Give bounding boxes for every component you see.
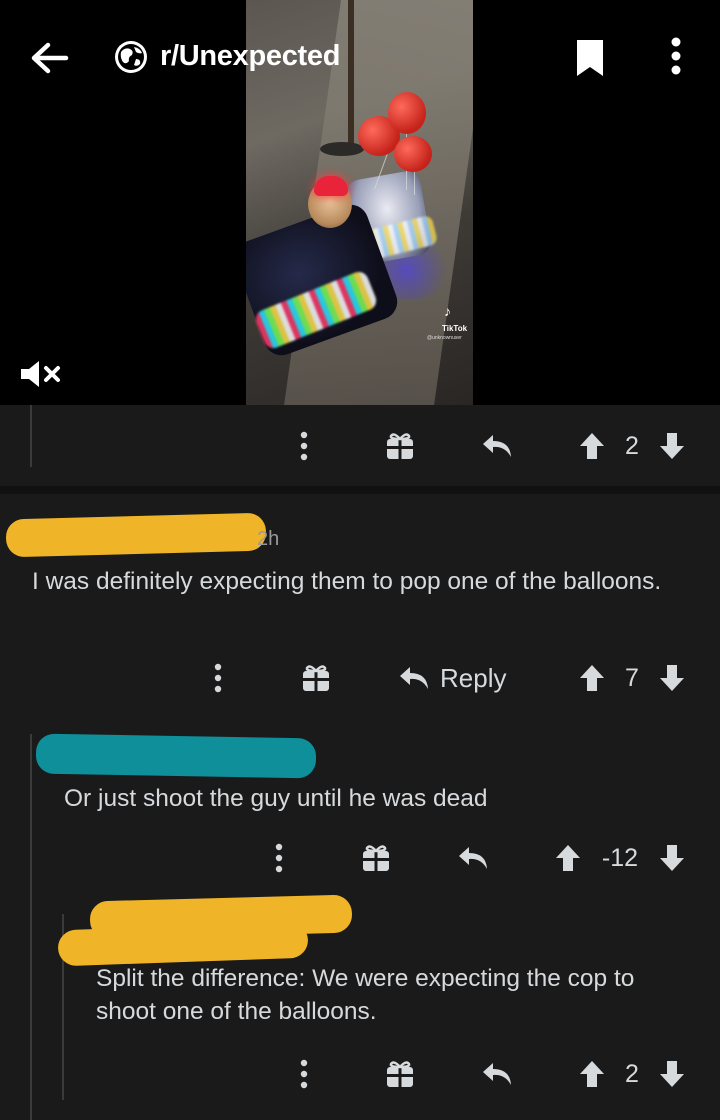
- balloon: [394, 136, 432, 172]
- reply-arrow-icon[interactable]: [478, 1058, 516, 1090]
- downvote-arrow-icon[interactable]: [656, 662, 688, 694]
- comment-age: 2h: [257, 528, 280, 550]
- more-options-icon[interactable]: [204, 656, 232, 700]
- award-gift-icon[interactable]: [359, 840, 393, 876]
- comment-body: Split the difference: We were expecting …: [96, 965, 635, 1025]
- more-options-icon[interactable]: [290, 1052, 318, 1096]
- upvote-arrow-icon[interactable]: [576, 1058, 608, 1090]
- reply-button[interactable]: Reply: [440, 660, 516, 696]
- more-vertical-icon[interactable]: [654, 34, 698, 78]
- more-options-icon[interactable]: [265, 836, 293, 880]
- reply-arrow-icon[interactable]: [478, 430, 516, 462]
- upvote-arrow-icon[interactable]: [576, 430, 608, 462]
- downvote-arrow-icon[interactable]: [656, 430, 688, 462]
- comment-action-row: -12: [0, 836, 720, 880]
- comment-score: 2: [625, 1059, 639, 1088]
- subreddit-name[interactable]: r/Unexpected: [160, 40, 340, 73]
- tiktok-logo-icon: ♪: [444, 303, 451, 319]
- post-action-row: 2: [0, 424, 720, 468]
- comment-action-row: 2: [0, 1052, 720, 1096]
- downvote-arrow-icon[interactable]: [656, 1058, 688, 1090]
- upvote-arrow-icon[interactable]: [552, 842, 584, 874]
- section-divider: [0, 486, 720, 494]
- comment-score: 7: [625, 663, 639, 692]
- reply-arrow-icon[interactable]: [396, 662, 432, 694]
- reply-arrow-icon[interactable]: [454, 842, 492, 874]
- comment-body: Or just shoot the guy until he was dead: [64, 785, 488, 812]
- more-options-icon[interactable]: [290, 424, 318, 468]
- tiktok-watermark: TikTok: [442, 324, 468, 333]
- video-scene-tree-grate: [320, 142, 364, 156]
- comment-score: -12: [601, 843, 639, 872]
- award-gift-icon[interactable]: [383, 1056, 417, 1092]
- comment-body: I was definitely expecting them to pop o…: [32, 568, 662, 595]
- redacted-avatar: [57, 921, 309, 967]
- redacted-username: [5, 512, 267, 558]
- redacted-username: [35, 733, 317, 779]
- video-scene-helmet: [314, 176, 348, 196]
- tiktok-handle: @unknownuser: [427, 335, 462, 341]
- upvote-arrow-icon[interactable]: [576, 662, 608, 694]
- subreddit-globe-icon[interactable]: [111, 37, 151, 77]
- back-arrow-icon[interactable]: [28, 36, 72, 80]
- award-gift-icon[interactable]: [299, 660, 333, 696]
- post-score: 2: [625, 431, 639, 460]
- award-gift-icon[interactable]: [383, 428, 417, 464]
- comment: Split the difference: We were expecting …: [0, 894, 720, 1044]
- downvote-arrow-icon[interactable]: [656, 842, 688, 874]
- bookmark-icon[interactable]: [568, 36, 612, 80]
- video-scene-tree: [348, 0, 354, 150]
- muted-speaker-icon[interactable]: [18, 354, 64, 394]
- balloon: [388, 92, 426, 134]
- comment-action-row: Reply 7: [0, 656, 720, 700]
- video-player[interactable]: ♪ TikTok @unknownuser: [0, 0, 720, 405]
